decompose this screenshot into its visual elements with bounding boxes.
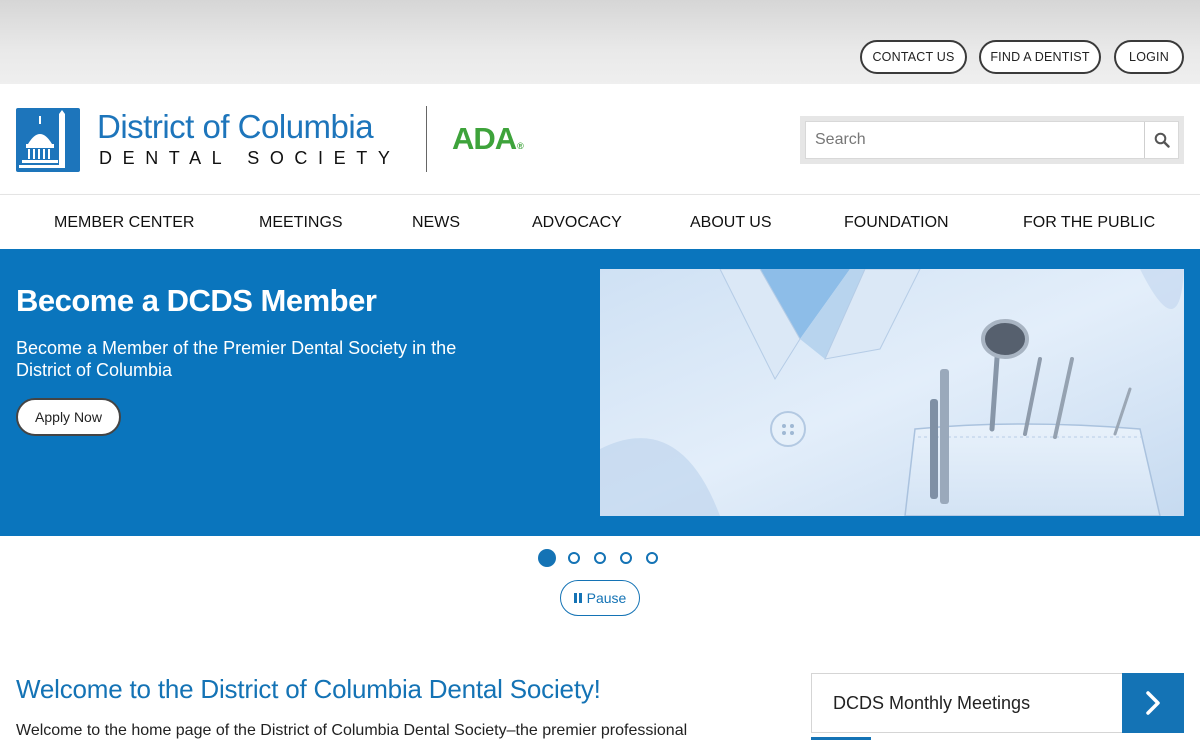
apply-now-button[interactable]: Apply Now [16,398,121,436]
search-icon [1154,132,1170,148]
hero-text: Become a Member of the Premier Dental So… [16,338,457,380]
logo-title[interactable]: District of Columbia [97,108,374,146]
nav-member-center[interactable]: MEMBER CENTER [54,195,194,250]
dcds-logo-icon[interactable] [16,108,80,172]
search-container [800,116,1184,164]
hero-carousel: Become a DCDS Member Become a Member of … [0,249,1200,536]
carousel-dot-4[interactable] [620,552,632,564]
site-header: District of Columbia DENTAL SOCIETY ADA® [0,84,1200,194]
ada-logo[interactable]: ADA® [452,121,524,157]
nav-advocacy[interactable]: ADVOCACY [532,195,622,250]
chevron-right-icon [1146,691,1160,715]
search-input[interactable] [806,122,1144,158]
nav-news[interactable]: NEWS [412,195,460,250]
logo-subtitle[interactable]: DENTAL SOCIETY [99,148,400,169]
pause-label: Pause [586,590,627,606]
hero-title: Become a DCDS Member [16,283,377,318]
monthly-meetings-link[interactable]: DCDS Monthly Meetings [811,673,1184,733]
ada-registered-mark: ® [517,141,524,151]
carousel-dot-3[interactable] [594,552,606,564]
hero-image-dentist-coat [600,269,1184,516]
utility-bar: CONTACT US FIND A DENTIST LOGIN [0,0,1200,84]
carousel-dot-5[interactable] [646,552,658,564]
ada-logo-text: ADA [452,121,517,156]
nav-meetings[interactable]: MEETINGS [259,195,343,250]
nav-about-us[interactable]: ABOUT US [690,195,772,250]
carousel-pause-button[interactable]: Pause [560,580,640,616]
main-nav: MEMBER CENTER MEETINGS NEWS ADVOCACY ABO… [0,194,1200,249]
login-button[interactable]: LOGIN [1114,40,1184,74]
find-a-dentist-button[interactable]: FIND A DENTIST [979,40,1101,74]
nav-for-the-public[interactable]: FOR THE PUBLIC [1023,195,1155,250]
search-box [805,121,1179,159]
welcome-title: Welcome to the District of Columbia Dent… [16,674,601,704]
monthly-meetings-arrow[interactable] [1122,673,1184,733]
pause-icon [573,593,582,603]
carousel-dot-1[interactable] [538,549,556,567]
contact-us-button[interactable]: CONTACT US [860,40,967,74]
search-button[interactable] [1144,122,1178,158]
welcome-text: Welcome to the home page of the District… [16,722,688,739]
carousel-dot-2[interactable] [568,552,580,564]
monthly-meetings-label: DCDS Monthly Meetings [833,693,1031,713]
logo-divider [426,106,427,172]
nav-foundation[interactable]: FOUNDATION [844,195,949,250]
